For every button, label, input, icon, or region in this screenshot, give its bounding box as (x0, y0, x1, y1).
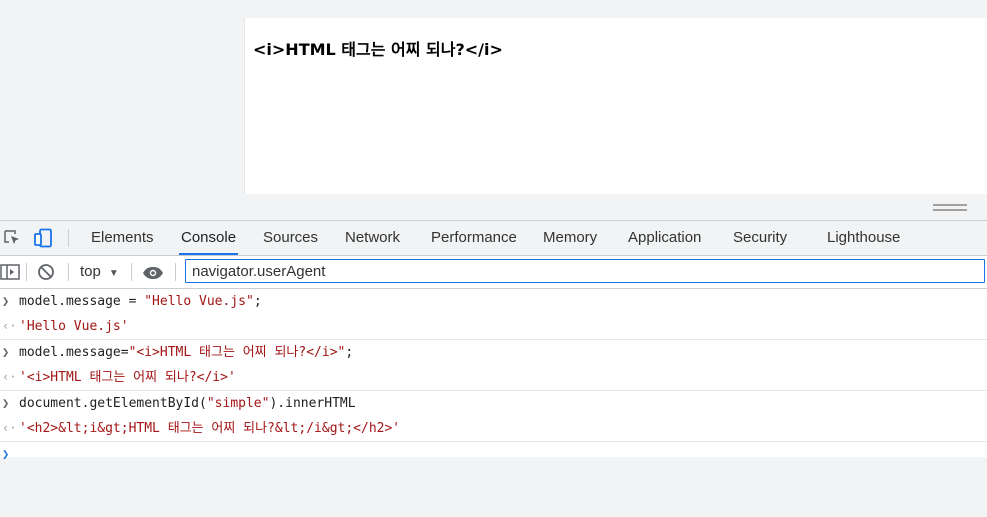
result-arrow-icon: ‹· (2, 319, 17, 333)
tab-console[interactable]: Console (179, 221, 239, 255)
page-preview: <i>HTML 태그는 어찌 되나?</i> (244, 18, 987, 194)
tab-memory[interactable]: Memory (541, 221, 599, 255)
result-arrow-icon: ‹· (2, 370, 17, 384)
console-input-entry: ❯ document.getElementById("simple").inne… (0, 391, 987, 416)
console-log: ❯ model.message = "Hello Vue.js"; ‹· 'He… (0, 289, 987, 464)
filter-input[interactable] (185, 259, 985, 283)
dropdown-arrow-icon: ▼ (108, 268, 119, 279)
toolbar-separator (175, 263, 176, 281)
console-result-entry: ‹· '<h2>&lt;i&gt;HTML 태그는 어찌 되나?&lt;/i&g… (0, 416, 987, 442)
tab-lighthouse[interactable]: Lighthouse (825, 221, 902, 255)
console-input-code: document.getElementById("simple").innerH… (19, 396, 356, 411)
chevron-right-icon: ❯ (2, 396, 10, 410)
console-toolbar: top ▼ (0, 256, 987, 289)
context-selector[interactable]: top ▼ (80, 262, 119, 282)
console-result-value: '<h2>&lt;i&gt;HTML 태그는 어찌 되나?&lt;/i&gt;<… (19, 421, 401, 436)
tab-sources[interactable]: Sources (261, 221, 320, 255)
devtools-tabbar: Elements Console Sources Network Perform… (0, 221, 987, 256)
console-prompt-line[interactable]: ❯ (0, 442, 987, 464)
devtools-panel: Elements Console Sources Network Perform… (0, 220, 987, 461)
chevron-right-icon: ❯ (2, 294, 10, 308)
console-result-entry: ‹· 'Hello Vue.js' (0, 314, 987, 340)
tab-security[interactable]: Security (731, 221, 789, 255)
toolbar-separator (26, 263, 27, 281)
context-label: top (80, 263, 101, 280)
console-input-entry: ❯ model.message="<i>HTML 태그는 어찌 되나?</i>"… (0, 340, 987, 365)
console-result-entry: ‹· '<i>HTML 태그는 어찌 되나?</i>' (0, 365, 987, 391)
drawer-resize-handle[interactable] (933, 204, 967, 212)
console-input-code: model.message="<i>HTML 태그는 어찌 되나?</i>"; (19, 345, 354, 360)
chevron-right-icon: ❯ (2, 345, 10, 359)
toolbar-separator (68, 229, 69, 247)
console-input-code: model.message = "Hello Vue.js"; (19, 294, 262, 309)
toolbar-separator (131, 263, 132, 281)
eye-icon[interactable] (142, 265, 164, 279)
inspect-element-icon[interactable] (3, 228, 21, 248)
chevron-right-icon: ❯ (2, 447, 10, 461)
sidebar-toggle-icon[interactable] (0, 264, 20, 280)
console-result-value: 'Hello Vue.js' (19, 319, 129, 334)
toolbar-separator (68, 263, 69, 281)
tab-performance[interactable]: Performance (429, 221, 519, 255)
result-arrow-icon: ‹· (2, 421, 17, 435)
tab-elements[interactable]: Elements (89, 221, 156, 255)
tab-application[interactable]: Application (626, 221, 703, 255)
device-toolbar-icon[interactable] (33, 228, 55, 248)
page-heading: <i>HTML 태그는 어찌 되나?</i> (253, 40, 503, 59)
clear-console-icon[interactable] (37, 263, 55, 281)
console-result-value: '<i>HTML 태그는 어찌 되나?</i>' (19, 370, 236, 385)
page-viewport: <i>HTML 태그는 어찌 되나?</i> (0, 0, 987, 220)
console-input-entry: ❯ model.message = "Hello Vue.js"; (0, 289, 987, 314)
tab-network[interactable]: Network (343, 221, 402, 255)
